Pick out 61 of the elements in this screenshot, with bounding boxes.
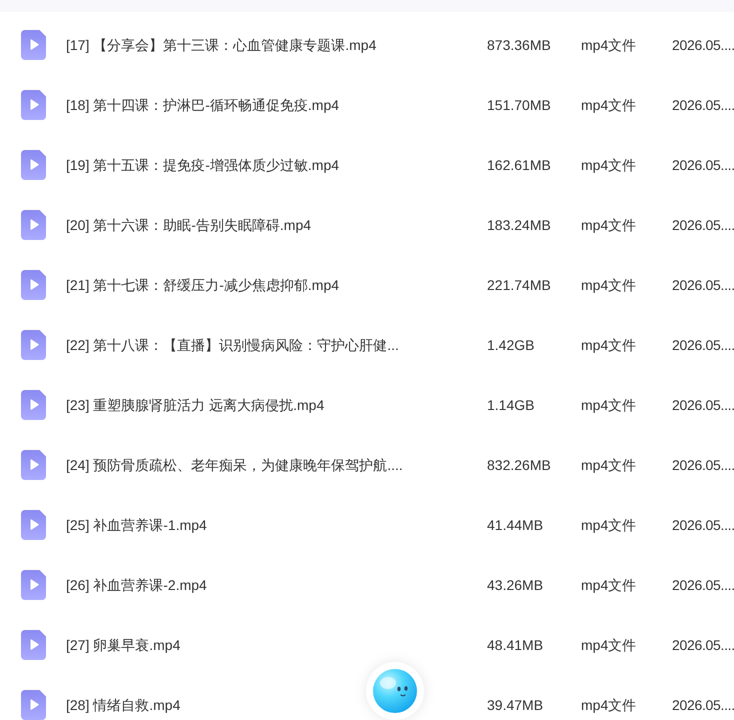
- file-date: 2026.05....: [672, 516, 734, 535]
- file-size: 48.41MB: [487, 636, 544, 655]
- file-size: 41.44MB: [487, 516, 544, 535]
- file-name: [28] 情绪自救.mp4: [66, 696, 180, 715]
- video-file-icon: [21, 510, 46, 540]
- file-name: [21] 第十七课：舒缓压力-减少焦虑抑郁.mp4: [66, 276, 340, 295]
- file-name: [20] 第十六课：助眠-告别失眠障碍.mp4: [66, 216, 312, 235]
- file-size: 39.47MB: [487, 696, 544, 715]
- file-size: 1.14GB: [487, 396, 534, 415]
- file-date: 2026.05....: [672, 216, 734, 235]
- video-file-icon: [21, 30, 46, 60]
- video-file-icon: [21, 630, 46, 660]
- file-type: mp4文件: [581, 96, 636, 115]
- file-type: mp4文件: [581, 456, 636, 475]
- file-type: mp4文件: [581, 696, 636, 715]
- file-type: mp4文件: [581, 36, 636, 55]
- file-type: mp4文件: [581, 336, 636, 355]
- file-date: 2026.05....: [672, 36, 734, 55]
- video-file-icon: [21, 90, 46, 120]
- file-name: [22] 第十八课：【直播】识别慢病风险：守护心肝健...: [66, 336, 399, 355]
- file-date: 2026.05....: [672, 576, 734, 595]
- file-date: 2026.05....: [672, 636, 734, 655]
- file-name: [23] 重塑胰腺肾脏活力 远离大病侵扰.mp4: [66, 396, 324, 415]
- file-size: 183.24MB: [487, 216, 551, 235]
- file-type: mp4文件: [581, 396, 636, 415]
- file-name: [17] 【分享会】第十三课：心血管健康专题课.mp4: [66, 36, 376, 55]
- file-type: mp4文件: [581, 516, 636, 535]
- file-name: [19] 第十五课：提免疫-增强体质少过敏.mp4: [66, 156, 340, 175]
- video-file-icon: [21, 210, 46, 240]
- file-size: 1.42GB: [487, 336, 534, 355]
- mascot-icon: [373, 669, 417, 713]
- file-size: 832.26MB: [487, 456, 551, 475]
- video-file-icon: [21, 270, 46, 300]
- video-file-icon: [21, 570, 46, 600]
- file-type: mp4文件: [581, 156, 636, 175]
- file-date: 2026.05....: [672, 396, 734, 415]
- video-file-icon: [21, 150, 46, 180]
- file-type: mp4文件: [581, 276, 636, 295]
- file-date: 2026.05....: [672, 276, 734, 295]
- file-name: [25] 补血营养课-1.mp4: [66, 516, 207, 535]
- file-date: 2026.05....: [672, 696, 734, 715]
- file-size: 151.70MB: [487, 96, 551, 115]
- file-type: mp4文件: [581, 216, 636, 235]
- file-date: 2026.05....: [672, 456, 734, 475]
- file-name: [26] 补血营养课-2.mp4: [66, 576, 207, 595]
- file-size: 162.61MB: [487, 156, 551, 175]
- file-date: 2026.05....: [672, 96, 734, 115]
- file-name: [18] 第十四课：护淋巴-循环畅通促免疫.mp4: [66, 96, 340, 115]
- video-file-icon: [21, 330, 46, 360]
- file-name: [27] 卵巢早衰.mp4: [66, 636, 180, 655]
- file-name: [24] 预防骨质疏松、老年痴呆，为健康晚年保驾护航....: [66, 456, 403, 475]
- video-file-icon: [21, 450, 46, 480]
- video-file-icon: [21, 690, 46, 720]
- file-type: mp4文件: [581, 636, 636, 655]
- video-file-icon: [21, 390, 46, 420]
- file-size: 221.74MB: [487, 276, 551, 295]
- file-type: mp4文件: [581, 576, 636, 595]
- file-date: 2026.05....: [672, 336, 734, 355]
- file-date: 2026.05....: [672, 156, 734, 175]
- file-size: 873.36MB: [487, 36, 551, 55]
- file-size: 43.26MB: [487, 576, 544, 595]
